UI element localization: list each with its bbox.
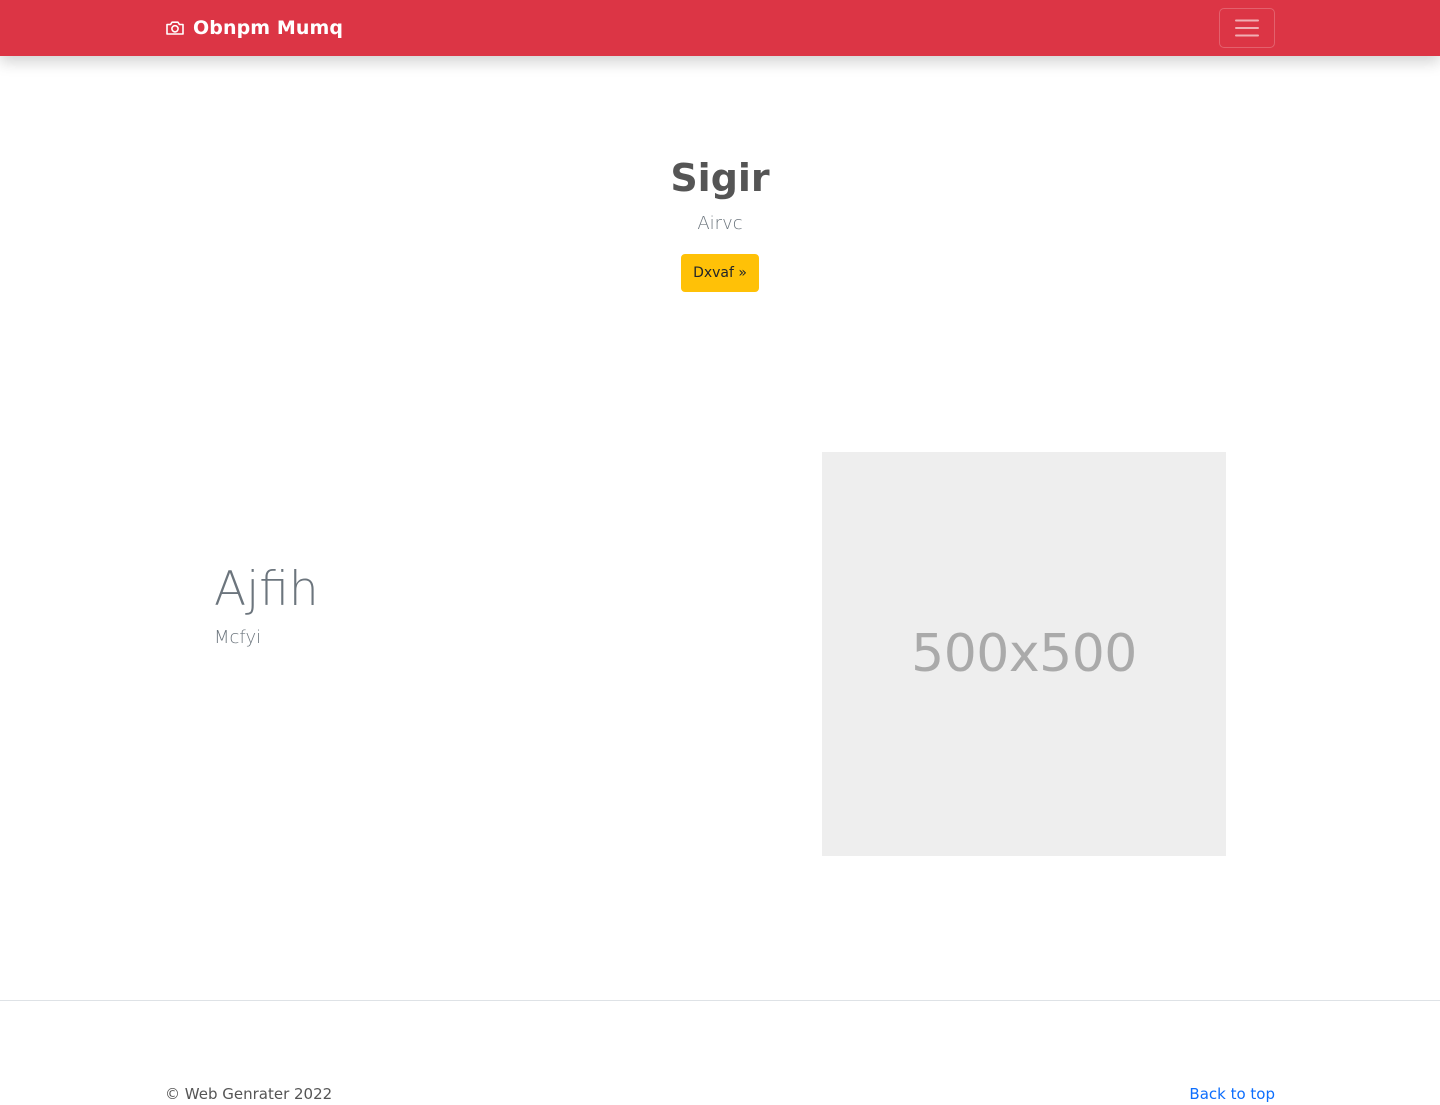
placeholder-size-label: 500x500 <box>911 624 1137 684</box>
footer-divider <box>0 1000 1440 1001</box>
brand-name: Obnpm Mumq <box>193 17 344 39</box>
hero-title: Sigir <box>670 156 770 200</box>
navbar: Obnpm Mumq <box>0 0 1440 56</box>
brand-link[interactable]: Obnpm Mumq <box>165 16 343 40</box>
hero-lead: Airvc <box>697 213 743 234</box>
copyright-text: © Web Genrater 2022 <box>165 1085 333 1103</box>
back-to-top-link[interactable]: Back to top <box>1189 1084 1275 1104</box>
hero-cta-button[interactable]: Dxvaf » <box>681 254 759 292</box>
camera-icon <box>165 18 185 38</box>
feature-lead: Mcfyi <box>214 627 262 648</box>
feature-heading: Ajfih <box>214 562 319 617</box>
hamburger-menu-icon <box>1232 13 1262 43</box>
navbar-toggler-button[interactable] <box>1219 8 1275 48</box>
feature-image-placeholder: 500x500 <box>822 452 1226 856</box>
